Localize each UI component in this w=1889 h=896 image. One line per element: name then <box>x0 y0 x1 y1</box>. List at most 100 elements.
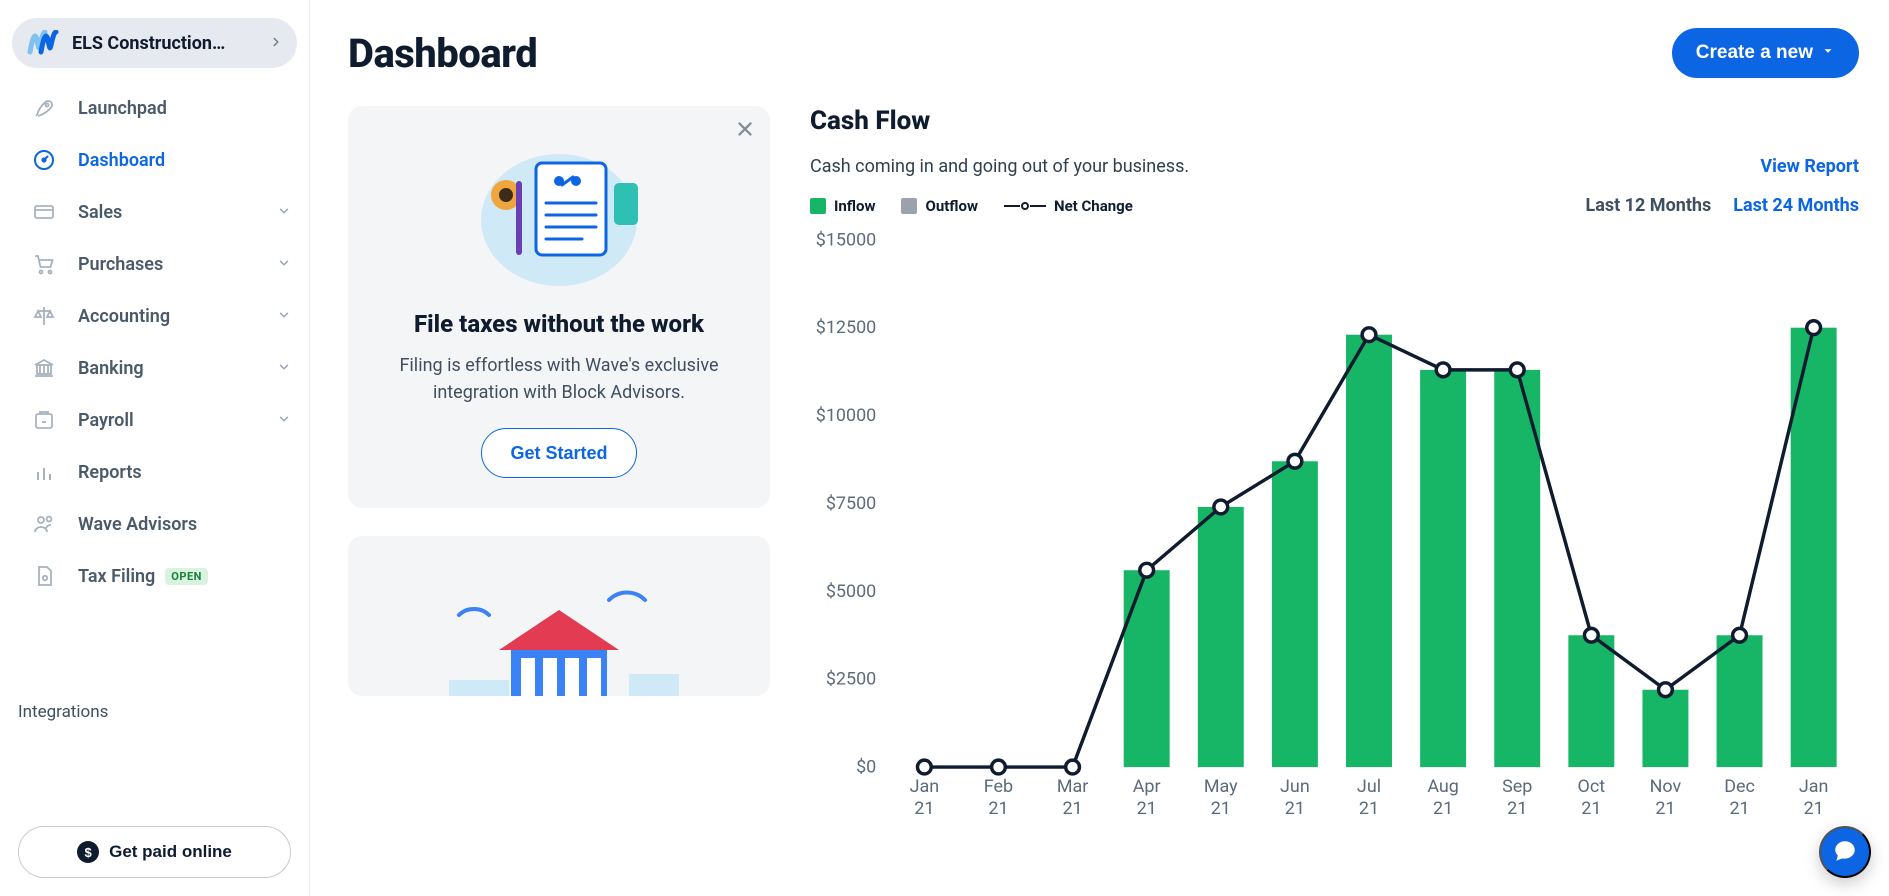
svg-text:21: 21 <box>988 798 1008 819</box>
card-icon <box>30 198 58 226</box>
nav-item-reports[interactable]: Reports <box>0 446 309 498</box>
svg-text:Oct: Oct <box>1578 776 1606 797</box>
svg-text:21: 21 <box>1581 798 1601 819</box>
nav-list: Launchpad Dashboard Sales Purchases Accounti… <box>0 76 309 702</box>
svg-text:Jul: Jul <box>1357 776 1381 797</box>
get-paid-online-button[interactable]: $ Get paid online <box>18 826 291 878</box>
svg-text:$5000: $5000 <box>826 581 876 602</box>
create-new-label: Create a new <box>1696 42 1813 64</box>
svg-text:21: 21 <box>914 798 934 819</box>
chevron-down-icon <box>277 254 291 275</box>
svg-text:$12500: $12500 <box>816 317 877 338</box>
svg-text:Aug: Aug <box>1427 776 1459 797</box>
svg-text:$15000: $15000 <box>816 229 877 250</box>
cashflow-title: Cash Flow <box>810 106 1859 136</box>
bank-icon <box>30 354 58 382</box>
svg-text:21: 21 <box>1433 798 1453 819</box>
cashflow-desc: Cash coming in and going out of your bus… <box>810 156 1189 177</box>
svg-text:Mar: Mar <box>1057 776 1089 797</box>
chat-fab-button[interactable] <box>1819 826 1871 878</box>
view-report-link[interactable]: View Report <box>1760 156 1859 177</box>
advisors-icon <box>30 510 58 538</box>
balance-icon <box>30 302 58 330</box>
rocket-icon <box>30 94 58 122</box>
chevron-down-icon <box>277 202 291 223</box>
svg-text:Apr: Apr <box>1133 776 1161 797</box>
org-switcher[interactable]: ELS Construction… <box>12 18 297 68</box>
legend-outflow: Outflow <box>901 197 978 215</box>
nav-item-accounting[interactable]: Accounting <box>0 290 309 342</box>
chevron-down-icon <box>277 410 291 431</box>
dollar-circle-icon: $ <box>77 841 99 863</box>
svg-text:May: May <box>1204 776 1238 797</box>
wave-logo-icon <box>26 25 62 61</box>
nav-item-label: Payroll <box>78 410 134 431</box>
badge-open: OPEN <box>165 568 208 585</box>
nav-item-label: Wave Advisors <box>78 514 197 535</box>
nav-item-launchpad[interactable]: Launchpad <box>0 82 309 134</box>
chart-legend: Inflow Outflow Net Change <box>810 197 1133 215</box>
legend-netchange: Net Change <box>1004 197 1133 215</box>
svg-text:21: 21 <box>1062 798 1082 819</box>
svg-text:21: 21 <box>1804 798 1824 819</box>
caret-down-icon <box>1821 42 1835 64</box>
svg-text:$10000: $10000 <box>816 405 877 426</box>
svg-text:Jan: Jan <box>910 776 940 797</box>
svg-text:Jun: Jun <box>1280 776 1310 797</box>
page-title: Dashboard <box>348 30 537 77</box>
nav-item-banking[interactable]: Banking <box>0 342 309 394</box>
close-icon[interactable] <box>734 118 756 140</box>
promo-get-started-button[interactable]: Get Started <box>481 428 636 478</box>
payroll-icon <box>30 406 58 434</box>
svg-text:Dec: Dec <box>1724 776 1755 797</box>
nav-item-label: Tax Filing <box>78 566 155 587</box>
nav-item-payroll[interactable]: Payroll <box>0 394 309 446</box>
svg-text:21: 21 <box>1211 798 1231 819</box>
promo-cta-label: Get Started <box>510 443 607 464</box>
org-name: ELS Construction… <box>72 33 269 54</box>
nav-item-label: Banking <box>78 358 144 379</box>
create-new-button[interactable]: Create a new <box>1672 28 1859 78</box>
nav-item-sales[interactable]: Sales <box>0 186 309 238</box>
svg-text:21: 21 <box>1285 798 1305 819</box>
cashflow-panel: Cash Flow Cash coming in and going out o… <box>810 106 1859 837</box>
integrations-section-label: Integrations <box>0 702 309 742</box>
timeframe-toggle: Last 12 Months Last 24 Months <box>1586 195 1860 216</box>
svg-text:Sep: Sep <box>1502 776 1532 797</box>
timeframe-24[interactable]: Last 24 Months <box>1733 195 1859 216</box>
svg-text:$2500: $2500 <box>826 669 876 690</box>
promo-card-bank <box>348 536 770 696</box>
svg-text:21: 21 <box>1507 798 1527 819</box>
chevron-right-icon <box>269 34 283 53</box>
nav-item-label: Launchpad <box>78 98 167 119</box>
svg-text:21: 21 <box>1729 798 1749 819</box>
cashflow-chart: $0$2500$5000$7500$10000$12500$15000Jan21… <box>810 226 1859 837</box>
nav-item-tax-filing[interactable]: Tax Filing OPEN <box>0 550 309 602</box>
nav-item-label: Accounting <box>78 306 170 327</box>
promo-card-taxes: File taxes without the work Filing is ef… <box>348 106 770 508</box>
main-content: Dashboard Create a new <box>310 0 1889 896</box>
chevron-down-icon <box>277 306 291 327</box>
reports-icon <box>30 458 58 486</box>
cart-icon <box>30 250 58 278</box>
nav-item-label: Purchases <box>78 254 163 275</box>
nav-item-label: Reports <box>78 462 142 483</box>
nav-item-wave-advisors[interactable]: Wave Advisors <box>0 498 309 550</box>
svg-text:21: 21 <box>1359 798 1379 819</box>
chevron-down-icon <box>277 358 291 379</box>
promo-title: File taxes without the work <box>374 310 744 338</box>
svg-text:Jan: Jan <box>1799 776 1829 797</box>
nav-item-label: Sales <box>78 202 122 223</box>
legend-inflow: Inflow <box>810 197 875 215</box>
nav-item-purchases[interactable]: Purchases <box>0 238 309 290</box>
svg-text:$7500: $7500 <box>826 493 876 514</box>
chat-bubble-icon <box>1832 838 1858 867</box>
nav-item-dashboard[interactable]: Dashboard <box>0 134 309 186</box>
taxfile-icon <box>30 562 58 590</box>
svg-text:21: 21 <box>1655 798 1675 819</box>
taxes-illustration <box>374 130 744 300</box>
promo-desc: Filing is effortless with Wave's exclusi… <box>374 352 744 406</box>
svg-text:21: 21 <box>1137 798 1157 819</box>
bank-illustration <box>374 560 744 696</box>
timeframe-12[interactable]: Last 12 Months <box>1586 195 1712 216</box>
